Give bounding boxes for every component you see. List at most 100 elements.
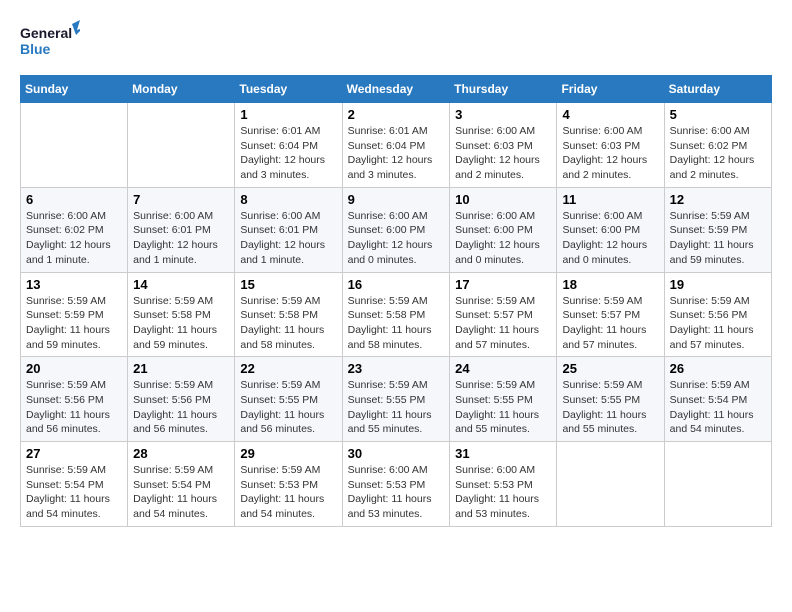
day-number: 6 xyxy=(26,192,122,207)
day-number: 27 xyxy=(26,446,122,461)
day-info: Sunrise: 5:59 AM Sunset: 5:57 PM Dayligh… xyxy=(562,294,658,353)
day-number: 25 xyxy=(562,361,658,376)
day-number: 23 xyxy=(348,361,445,376)
day-number: 13 xyxy=(26,277,122,292)
day-info: Sunrise: 6:00 AM Sunset: 6:03 PM Dayligh… xyxy=(562,124,658,183)
day-info: Sunrise: 5:59 AM Sunset: 5:54 PM Dayligh… xyxy=(670,378,766,437)
day-number: 21 xyxy=(133,361,229,376)
calendar-cell: 25Sunrise: 5:59 AM Sunset: 5:55 PM Dayli… xyxy=(557,357,664,442)
day-number: 16 xyxy=(348,277,445,292)
col-header-monday: Monday xyxy=(128,76,235,103)
calendar-cell: 16 Sunrise: 5:59 AM Sunset: 5:58 PM Dayli… xyxy=(342,272,450,357)
calendar-table: SundayMondayTuesdayWednesdayThursdayFrid… xyxy=(20,75,772,527)
day-number: 15 xyxy=(240,277,336,292)
calendar-cell: 1 Sunrise: 6:01 AM Sunset: 6:04 PM Daylig… xyxy=(235,103,342,188)
day-info: Sunrise: 6:00 AM Sunset: 5:53 PM Dayligh… xyxy=(455,463,551,522)
day-number: 2 xyxy=(348,107,445,122)
calendar-cell: 8 Sunrise: 6:00 AM Sunset: 6:01 PM Daylig… xyxy=(235,187,342,272)
logo: General Blue xyxy=(20,20,80,65)
day-info: Sunrise: 6:00 AM Sunset: 6:01 PM Dayligh… xyxy=(133,209,229,268)
calendar-cell: 12 Sunrise: 5:59 AM Sunset: 5:59 PM Dayli… xyxy=(664,187,771,272)
day-info: Sunrise: 5:59 AM Sunset: 5:53 PM Dayligh… xyxy=(240,463,336,522)
calendar-week-row: 13Sunrise: 5:59 AM Sunset: 5:59 PM Dayli… xyxy=(21,272,772,357)
calendar-week-row: 1 Sunrise: 6:01 AM Sunset: 6:04 PM Daylig… xyxy=(21,103,772,188)
calendar-cell: 5Sunrise: 6:00 AM Sunset: 6:02 PM Daylig… xyxy=(664,103,771,188)
calendar-cell: 2 Sunrise: 6:01 AM Sunset: 6:04 PM Daylig… xyxy=(342,103,450,188)
calendar-cell: 18 Sunrise: 5:59 AM Sunset: 5:57 PM Dayli… xyxy=(557,272,664,357)
day-info: Sunrise: 5:59 AM Sunset: 5:58 PM Dayligh… xyxy=(133,294,229,353)
calendar-week-row: 20 Sunrise: 5:59 AM Sunset: 5:56 PM Dayli… xyxy=(21,357,772,442)
day-info: Sunrise: 6:01 AM Sunset: 6:04 PM Dayligh… xyxy=(240,124,336,183)
day-number: 4 xyxy=(562,107,658,122)
day-info: Sunrise: 5:59 AM Sunset: 5:56 PM Dayligh… xyxy=(670,294,766,353)
day-number: 8 xyxy=(240,192,336,207)
day-info: Sunrise: 6:01 AM Sunset: 6:04 PM Dayligh… xyxy=(348,124,445,183)
page-header: General Blue xyxy=(20,20,772,65)
day-number: 14 xyxy=(133,277,229,292)
day-number: 18 xyxy=(562,277,658,292)
day-info: Sunrise: 6:00 AM Sunset: 6:02 PM Dayligh… xyxy=(26,209,122,268)
col-header-wednesday: Wednesday xyxy=(342,76,450,103)
calendar-cell: 3 Sunrise: 6:00 AM Sunset: 6:03 PM Daylig… xyxy=(450,103,557,188)
day-number: 20 xyxy=(26,361,122,376)
day-number: 7 xyxy=(133,192,229,207)
day-number: 5 xyxy=(670,107,766,122)
calendar-cell: 13Sunrise: 5:59 AM Sunset: 5:59 PM Dayli… xyxy=(21,272,128,357)
svg-text:Blue: Blue xyxy=(20,41,51,57)
day-number: 30 xyxy=(348,446,445,461)
day-info: Sunrise: 5:59 AM Sunset: 5:55 PM Dayligh… xyxy=(348,378,445,437)
day-info: Sunrise: 6:00 AM Sunset: 6:03 PM Dayligh… xyxy=(455,124,551,183)
calendar-cell: 17 Sunrise: 5:59 AM Sunset: 5:57 PM Dayli… xyxy=(450,272,557,357)
calendar-cell: 4 Sunrise: 6:00 AM Sunset: 6:03 PM Daylig… xyxy=(557,103,664,188)
day-number: 3 xyxy=(455,107,551,122)
day-info: Sunrise: 5:59 AM Sunset: 5:55 PM Dayligh… xyxy=(240,378,336,437)
calendar-cell: 26 Sunrise: 5:59 AM Sunset: 5:54 PM Dayli… xyxy=(664,357,771,442)
day-number: 9 xyxy=(348,192,445,207)
col-header-thursday: Thursday xyxy=(450,76,557,103)
calendar-cell: 11Sunrise: 6:00 AM Sunset: 6:00 PM Dayli… xyxy=(557,187,664,272)
day-info: Sunrise: 6:00 AM Sunset: 6:01 PM Dayligh… xyxy=(240,209,336,268)
calendar-cell: 19Sunrise: 5:59 AM Sunset: 5:56 PM Dayli… xyxy=(664,272,771,357)
calendar-cell: 10 Sunrise: 6:00 AM Sunset: 6:00 PM Dayli… xyxy=(450,187,557,272)
day-info: Sunrise: 5:59 AM Sunset: 5:58 PM Dayligh… xyxy=(348,294,445,353)
day-info: Sunrise: 5:59 AM Sunset: 5:56 PM Dayligh… xyxy=(26,378,122,437)
day-number: 12 xyxy=(670,192,766,207)
calendar-cell: 15Sunrise: 5:59 AM Sunset: 5:58 PM Dayli… xyxy=(235,272,342,357)
calendar-cell: 30Sunrise: 6:00 AM Sunset: 5:53 PM Dayli… xyxy=(342,442,450,527)
calendar-cell: 22 Sunrise: 5:59 AM Sunset: 5:55 PM Dayli… xyxy=(235,357,342,442)
calendar-cell: 23 Sunrise: 5:59 AM Sunset: 5:55 PM Dayli… xyxy=(342,357,450,442)
day-number: 1 xyxy=(240,107,336,122)
day-number: 31 xyxy=(455,446,551,461)
col-header-friday: Friday xyxy=(557,76,664,103)
day-info: Sunrise: 5:59 AM Sunset: 5:54 PM Dayligh… xyxy=(26,463,122,522)
calendar-cell: 6 Sunrise: 6:00 AM Sunset: 6:02 PM Daylig… xyxy=(21,187,128,272)
col-header-tuesday: Tuesday xyxy=(235,76,342,103)
calendar-cell: 21 Sunrise: 5:59 AM Sunset: 5:56 PM Dayli… xyxy=(128,357,235,442)
day-number: 26 xyxy=(670,361,766,376)
calendar-cell xyxy=(128,103,235,188)
day-number: 29 xyxy=(240,446,336,461)
logo-svg: General Blue xyxy=(20,20,80,65)
day-info: Sunrise: 6:00 AM Sunset: 6:00 PM Dayligh… xyxy=(455,209,551,268)
calendar-cell: 7 Sunrise: 6:00 AM Sunset: 6:01 PM Daylig… xyxy=(128,187,235,272)
day-info: Sunrise: 6:00 AM Sunset: 6:00 PM Dayligh… xyxy=(562,209,658,268)
calendar-cell: 28 Sunrise: 5:59 AM Sunset: 5:54 PM Dayli… xyxy=(128,442,235,527)
calendar-cell: 27 Sunrise: 5:59 AM Sunset: 5:54 PM Dayli… xyxy=(21,442,128,527)
day-info: Sunrise: 5:59 AM Sunset: 5:59 PM Dayligh… xyxy=(670,209,766,268)
calendar-cell xyxy=(557,442,664,527)
day-info: Sunrise: 5:59 AM Sunset: 5:56 PM Dayligh… xyxy=(133,378,229,437)
day-info: Sunrise: 5:59 AM Sunset: 5:57 PM Dayligh… xyxy=(455,294,551,353)
day-number: 22 xyxy=(240,361,336,376)
calendar-cell: 20 Sunrise: 5:59 AM Sunset: 5:56 PM Dayli… xyxy=(21,357,128,442)
calendar-cell xyxy=(21,103,128,188)
day-number: 10 xyxy=(455,192,551,207)
day-number: 28 xyxy=(133,446,229,461)
calendar-week-row: 27 Sunrise: 5:59 AM Sunset: 5:54 PM Dayli… xyxy=(21,442,772,527)
calendar-cell: 24Sunrise: 5:59 AM Sunset: 5:55 PM Dayli… xyxy=(450,357,557,442)
calendar-cell: 9Sunrise: 6:00 AM Sunset: 6:00 PM Daylig… xyxy=(342,187,450,272)
svg-text:General: General xyxy=(20,25,72,41)
day-number: 17 xyxy=(455,277,551,292)
col-header-sunday: Sunday xyxy=(21,76,128,103)
calendar-cell: 14 Sunrise: 5:59 AM Sunset: 5:58 PM Dayli… xyxy=(128,272,235,357)
day-info: Sunrise: 5:59 AM Sunset: 5:54 PM Dayligh… xyxy=(133,463,229,522)
